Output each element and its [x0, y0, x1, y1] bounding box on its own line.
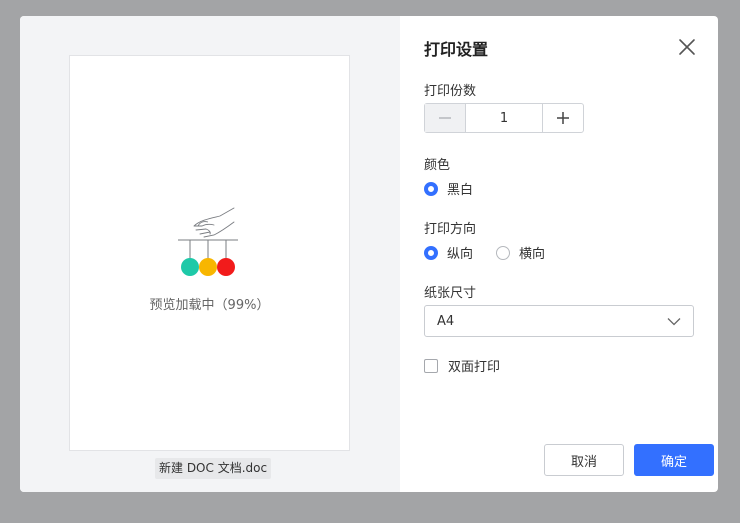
- loading-status-text: 预览加载中（99%）: [149, 298, 270, 313]
- orientation-portrait-label: 纵向: [447, 247, 474, 262]
- orientation-option-landscape[interactable]: 横向: [496, 243, 545, 262]
- duplex-option[interactable]: 双面打印: [424, 356, 500, 375]
- color-option-bw[interactable]: 黑白: [424, 179, 473, 198]
- radio-landscape[interactable]: [496, 245, 510, 260]
- cancel-button[interactable]: 取消: [544, 444, 624, 476]
- radio-portrait[interactable]: [424, 245, 438, 260]
- settings-panel: 打印设置 打印份数 颜色 黑白: [400, 16, 718, 492]
- close-icon: [679, 39, 695, 55]
- file-name-label: 新建 DOC 文档.doc: [155, 458, 272, 479]
- paper-size-value: A4: [437, 313, 455, 329]
- ok-button[interactable]: 确定: [634, 444, 714, 476]
- minus-icon: [439, 117, 451, 119]
- loader-ball-2: [199, 258, 217, 276]
- color-label: 颜色: [424, 158, 451, 173]
- preview-pane: 预览加载中（99%） 新建 DOC 文档.doc: [20, 16, 400, 492]
- chevron-down-icon: [667, 317, 681, 325]
- duplex-checkbox[interactable]: [424, 358, 438, 373]
- copies-label: 打印份数: [424, 84, 477, 99]
- loader-ball-1: [181, 258, 199, 276]
- print-dialog: 预览加载中（99%） 新建 DOC 文档.doc 打印设置 打印份数 1 颜色 …: [20, 16, 718, 492]
- preview-page: 预览加载中（99%）: [69, 55, 350, 451]
- loading-animation-icon: [178, 207, 238, 276]
- decrement-button[interactable]: [425, 104, 466, 132]
- orientation-landscape-label: 横向: [519, 247, 546, 262]
- orientation-option-portrait[interactable]: 纵向: [424, 243, 473, 262]
- color-option-bw-label: 黑白: [447, 183, 474, 198]
- paper-size-label: 纸张尺寸: [424, 286, 477, 301]
- loader-ball-3: [217, 258, 235, 276]
- close-button[interactable]: [678, 38, 696, 56]
- radio-bw[interactable]: [424, 181, 438, 196]
- dialog-title: 打印设置: [424, 40, 489, 59]
- orientation-label: 打印方向: [424, 222, 477, 237]
- copies-input[interactable]: [466, 104, 542, 132]
- paper-size-select[interactable]: A4: [424, 305, 694, 337]
- copies-stepper: [424, 103, 584, 133]
- plus-icon: [557, 112, 569, 124]
- increment-button[interactable]: [542, 104, 583, 132]
- duplex-label: 双面打印: [448, 360, 501, 375]
